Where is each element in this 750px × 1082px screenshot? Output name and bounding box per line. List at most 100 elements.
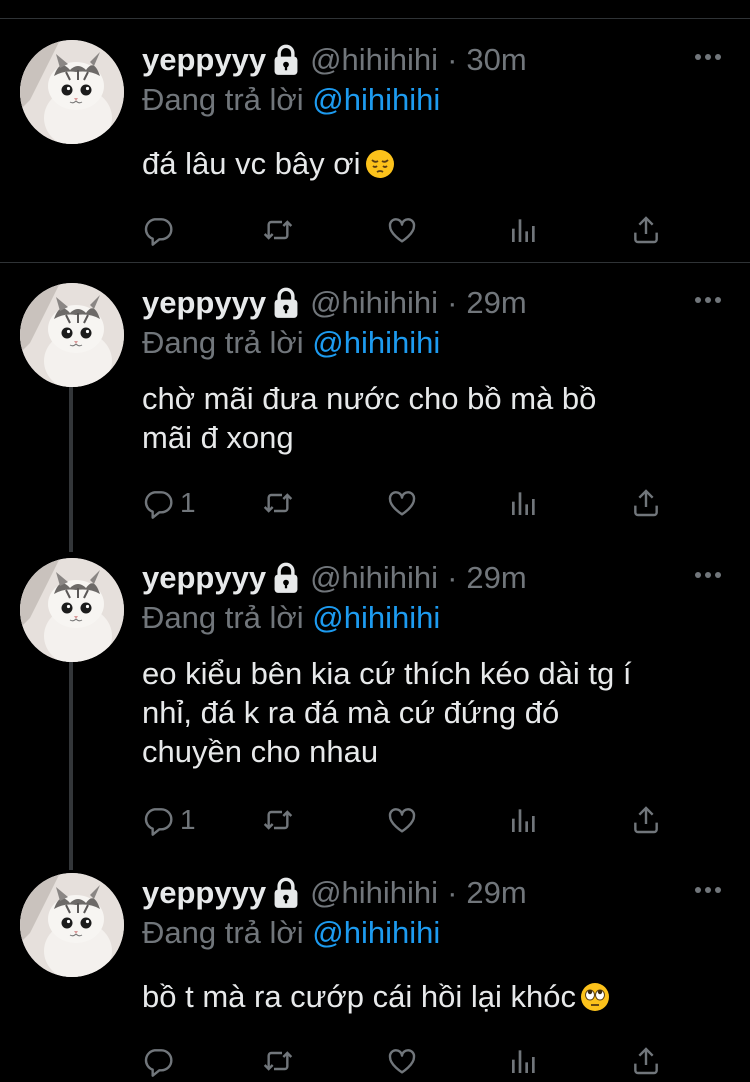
reply-icon bbox=[142, 804, 174, 836]
pensive-face-icon bbox=[365, 149, 395, 179]
like-button[interactable] bbox=[386, 802, 418, 838]
share-icon bbox=[630, 487, 662, 519]
timestamp[interactable]: 29m bbox=[466, 875, 526, 911]
reply-button[interactable] bbox=[142, 1043, 180, 1079]
display-name[interactable]: yeppyyy bbox=[142, 560, 266, 596]
reply-button[interactable]: 1 bbox=[142, 485, 196, 521]
like-icon bbox=[386, 214, 418, 246]
thread-connector bbox=[69, 386, 73, 552]
analytics-icon bbox=[508, 487, 540, 519]
like-button[interactable] bbox=[386, 485, 418, 521]
timestamp[interactable]: 30m bbox=[466, 42, 526, 78]
lock-icon bbox=[272, 877, 300, 909]
top-divider bbox=[0, 18, 750, 19]
analytics-button[interactable] bbox=[508, 802, 540, 838]
timestamp[interactable]: 29m bbox=[466, 560, 526, 596]
avatar[interactable] bbox=[20, 873, 124, 977]
separator-dot: · bbox=[447, 285, 458, 320]
more-options-icon[interactable] bbox=[694, 52, 722, 62]
reply-icon bbox=[142, 214, 174, 246]
avatar[interactable] bbox=[20, 558, 124, 662]
reply-button[interactable]: 1 bbox=[142, 802, 196, 838]
display-name[interactable]: yeppyyy bbox=[142, 42, 266, 78]
tweet-actions bbox=[142, 1043, 702, 1079]
analytics-button[interactable] bbox=[508, 212, 540, 248]
analytics-button[interactable] bbox=[508, 1043, 540, 1079]
share-button[interactable] bbox=[630, 802, 662, 838]
more-options-icon[interactable] bbox=[694, 885, 722, 895]
tweet-actions bbox=[142, 212, 702, 248]
tweet-divider bbox=[0, 262, 750, 263]
rolling-eyes-icon bbox=[580, 982, 610, 1012]
user-handle[interactable]: @hihihihi bbox=[310, 285, 438, 321]
separator-dot: · bbox=[447, 560, 458, 595]
tweet-text-content: bồ t mà ra cướp cái hồi lại khóc bbox=[142, 979, 576, 1014]
user-handle[interactable]: @hihihihi bbox=[310, 42, 438, 78]
replying-to-label: Đang trả lời bbox=[142, 600, 304, 635]
tweet-text: chờ mãi đưa nước cho bồ mà bồ mãi đ xong bbox=[142, 381, 597, 455]
display-name[interactable]: yeppyyy bbox=[142, 875, 266, 911]
separator-dot: · bbox=[447, 875, 458, 910]
reply-count: 1 bbox=[180, 804, 196, 835]
thread-connector bbox=[69, 660, 73, 870]
like-button[interactable] bbox=[386, 212, 418, 248]
replying-to: Đang trả lời @hihihihi bbox=[142, 323, 440, 363]
share-icon bbox=[630, 804, 662, 836]
like-button[interactable] bbox=[386, 1043, 418, 1079]
replying-to-label: Đang trả lời bbox=[142, 325, 304, 360]
reply-mention-link[interactable]: @hihihihi bbox=[312, 82, 440, 117]
reply-mention-link[interactable]: @hihihihi bbox=[312, 325, 440, 360]
retweet-icon bbox=[262, 1045, 294, 1077]
analytics-icon bbox=[508, 804, 540, 836]
reply-count: 1 bbox=[180, 487, 196, 518]
retweet-button[interactable] bbox=[262, 802, 294, 838]
lock-icon bbox=[272, 44, 300, 76]
reply-button[interactable] bbox=[142, 212, 180, 248]
share-icon bbox=[630, 214, 662, 246]
analytics-icon bbox=[508, 214, 540, 246]
like-icon bbox=[386, 487, 418, 519]
analytics-button[interactable] bbox=[508, 485, 540, 521]
share-button[interactable] bbox=[630, 1043, 662, 1079]
replying-to: Đang trả lời @hihihihi bbox=[142, 913, 440, 953]
analytics-icon bbox=[508, 1045, 540, 1077]
tweet-header: yeppyyy @hihihihi · 30m bbox=[142, 40, 527, 80]
like-icon bbox=[386, 1045, 418, 1077]
replying-to-label: Đang trả lời bbox=[142, 915, 304, 950]
tweet-text: bồ t mà ra cướp cái hồi lại khóc bbox=[142, 977, 722, 1016]
more-options-icon[interactable] bbox=[694, 570, 722, 580]
avatar[interactable] bbox=[20, 40, 124, 144]
tweet-header: yeppyyy @hihihihi · 29m bbox=[142, 873, 527, 913]
share-icon bbox=[630, 1045, 662, 1077]
reply-mention-link[interactable]: @hihihihi bbox=[312, 600, 440, 635]
like-icon bbox=[386, 804, 418, 836]
tweet-text: đá lâu vc bây ơi bbox=[142, 144, 722, 183]
share-button[interactable] bbox=[630, 485, 662, 521]
avatar[interactable] bbox=[20, 283, 124, 387]
retweet-icon bbox=[262, 804, 294, 836]
timestamp[interactable]: 29m bbox=[466, 285, 526, 321]
reply-mention-link[interactable]: @hihihihi bbox=[312, 915, 440, 950]
retweet-button[interactable] bbox=[262, 212, 294, 248]
display-name[interactable]: yeppyyy bbox=[142, 285, 266, 321]
reply-icon bbox=[142, 487, 174, 519]
retweet-button[interactable] bbox=[262, 1043, 294, 1079]
more-options-icon[interactable] bbox=[694, 295, 722, 305]
tweet-actions: 1 bbox=[142, 802, 702, 838]
replying-to: Đang trả lời @hihihihi bbox=[142, 598, 440, 638]
user-handle[interactable]: @hihihihi bbox=[310, 875, 438, 911]
tweet-text: eo kiểu bên kia cứ thích kéo dài tg í nh… bbox=[142, 656, 632, 769]
tweet-header: yeppyyy @hihihihi · 29m bbox=[142, 283, 527, 323]
reply-icon bbox=[142, 1045, 174, 1077]
retweet-icon bbox=[262, 487, 294, 519]
share-button[interactable] bbox=[630, 212, 662, 248]
retweet-icon bbox=[262, 214, 294, 246]
retweet-button[interactable] bbox=[262, 485, 294, 521]
user-handle[interactable]: @hihihihi bbox=[310, 560, 438, 596]
tweet-header: yeppyyy @hihihihi · 29m bbox=[142, 558, 527, 598]
tweet-actions: 1 bbox=[142, 485, 702, 521]
lock-icon bbox=[272, 562, 300, 594]
tweet-text-content: đá lâu vc bây ơi bbox=[142, 146, 361, 181]
lock-icon bbox=[272, 287, 300, 319]
replying-to: Đang trả lời @hihihihi bbox=[142, 80, 440, 120]
